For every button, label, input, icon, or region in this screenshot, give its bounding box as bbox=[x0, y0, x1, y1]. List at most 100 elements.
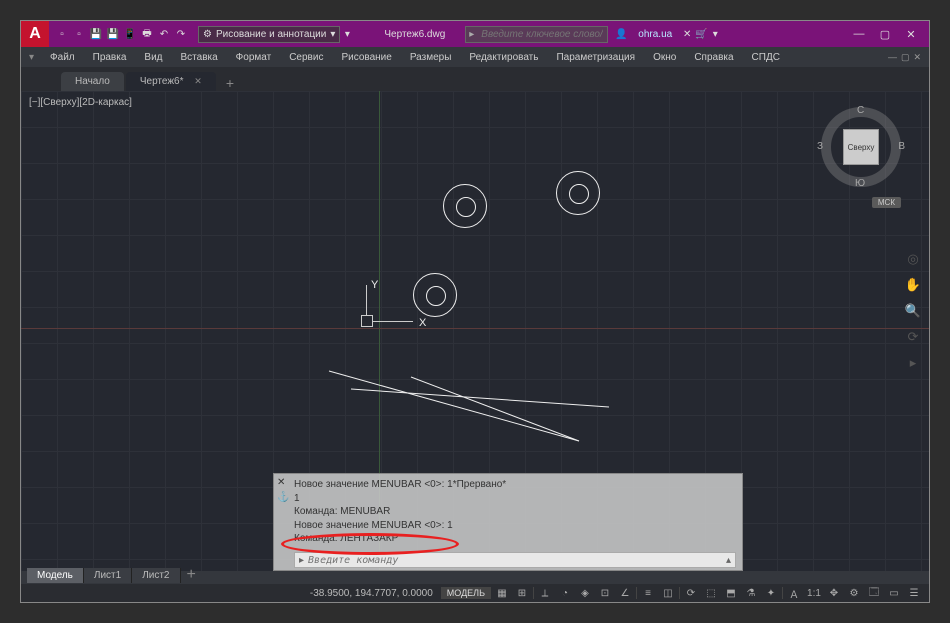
new-icon[interactable]: ▫ bbox=[55, 27, 69, 41]
wcs-badge[interactable]: МСК bbox=[872, 197, 901, 208]
cloud-icon[interactable]: 📱 bbox=[123, 27, 137, 41]
menu-modify[interactable]: Редактировать bbox=[461, 50, 546, 65]
filter-icon[interactable]: ⚗ bbox=[742, 585, 760, 601]
annovis-icon[interactable]: ✥ bbox=[825, 585, 843, 601]
menu-help[interactable]: Справка bbox=[686, 50, 741, 65]
cmd-toggle-icon[interactable]: ▸ bbox=[299, 555, 304, 566]
minimize-button[interactable]: — bbox=[847, 25, 871, 43]
workspace-icon[interactable]: ⚙ bbox=[845, 585, 863, 601]
search-box[interactable]: ▸ bbox=[465, 26, 608, 43]
osnap-toggle-icon[interactable]: ⊡ bbox=[596, 585, 614, 601]
chevron-down-icon: ▾ bbox=[330, 29, 335, 40]
doc-restore-icon[interactable]: ▢ bbox=[901, 52, 910, 63]
menu-format[interactable]: Формат bbox=[228, 50, 280, 65]
gear-icon: ⚙ bbox=[203, 29, 212, 40]
cmd-line: Новое значение MENUBAR <0>: 1 bbox=[294, 519, 738, 533]
nav-pan-icon[interactable]: ✋ bbox=[903, 275, 923, 295]
tab-active-drawing[interactable]: Чертеж6* ✕ bbox=[126, 72, 216, 91]
tab-add-icon[interactable]: + bbox=[218, 75, 242, 91]
open-icon[interactable]: ▫ bbox=[72, 27, 86, 41]
grid-toggle-icon[interactable]: ▦ bbox=[493, 585, 511, 601]
menu-insert[interactable]: Вставка bbox=[173, 50, 226, 65]
account-name[interactable]: ohra.ua bbox=[638, 29, 672, 40]
layout-add-icon[interactable]: + bbox=[181, 566, 202, 584]
tab-model[interactable]: Модель bbox=[27, 568, 84, 583]
annoscale-icon[interactable]: Ａ bbox=[785, 585, 803, 601]
cycling-icon[interactable]: ⟳ bbox=[682, 585, 700, 601]
status-bar: -38.9500, 194.7707, 0.0000 МОДЕЛЬ ▦ ⊞ ⟂ … bbox=[21, 584, 929, 602]
search-arrow-icon: ▸ bbox=[466, 29, 477, 40]
nav-orbit-icon[interactable]: ⟳ bbox=[903, 327, 923, 347]
nav-wheel-icon[interactable]: ◎ bbox=[903, 249, 923, 269]
redo-icon[interactable]: ↷ bbox=[174, 27, 188, 41]
tab-sheet1[interactable]: Лист1 bbox=[84, 568, 132, 583]
menu-tools[interactable]: Сервис bbox=[281, 50, 331, 65]
menu-draw[interactable]: Рисование bbox=[333, 50, 399, 65]
lineweight-icon[interactable]: ≡ bbox=[639, 585, 657, 601]
doc-close-icon[interactable]: ✕ bbox=[913, 52, 921, 63]
tab-sheet2[interactable]: Лист2 bbox=[132, 568, 180, 583]
document-tabs: Начало Чертеж6* ✕ + bbox=[21, 67, 929, 91]
saveas-icon[interactable]: 💾 bbox=[106, 27, 120, 41]
command-input[interactable] bbox=[308, 555, 726, 566]
save-icon[interactable]: 💾 bbox=[89, 27, 103, 41]
exchange-icon[interactable]: ✕ bbox=[680, 27, 694, 41]
cmd-recent-icon[interactable]: ▴ bbox=[726, 555, 731, 566]
menu-window[interactable]: Окно bbox=[645, 50, 684, 65]
transparency-icon[interactable]: ◫ bbox=[659, 585, 677, 601]
3dosnap-icon[interactable]: ⬚ bbox=[702, 585, 720, 601]
viewcube-west[interactable]: З bbox=[817, 141, 823, 152]
isodraft-icon[interactable]: ◈ bbox=[576, 585, 594, 601]
viewcube-face[interactable]: Сверху bbox=[843, 129, 879, 165]
polar-toggle-icon[interactable]: ◔ bbox=[556, 585, 574, 601]
dynucs-icon[interactable]: ⬒ bbox=[722, 585, 740, 601]
command-window[interactable]: ✕ ⚓ Новое значение MENUBAR <0>: 1*Прерва… bbox=[273, 473, 743, 571]
layout-tabs: Модель Лист1 Лист2 + bbox=[27, 566, 202, 584]
document-title: Чертеж6.dwg bbox=[384, 29, 445, 40]
workspace-dropdown[interactable]: ⚙ Рисование и аннотации ▾ bbox=[198, 26, 340, 43]
doc-minimize-icon[interactable]: — bbox=[888, 52, 897, 63]
gizmo-icon[interactable]: ✦ bbox=[762, 585, 780, 601]
cart-icon[interactable]: 🛒 bbox=[694, 27, 708, 41]
tab-close-icon[interactable]: ✕ bbox=[194, 76, 202, 86]
cmd-line: 1 bbox=[294, 492, 738, 506]
menu-spds[interactable]: СПДС bbox=[744, 50, 788, 65]
scale-label[interactable]: 1:1 bbox=[805, 585, 823, 601]
help-dropdown[interactable]: ▾ bbox=[708, 27, 722, 41]
nav-showmotion-icon[interactable]: ▸ bbox=[903, 353, 923, 373]
cmd-line: Новое значение MENUBAR <0>: 1*Прервано* bbox=[294, 478, 738, 492]
snap-toggle-icon[interactable]: ⊞ bbox=[513, 585, 531, 601]
menu-dimension[interactable]: Размеры bbox=[402, 50, 460, 65]
app-logo[interactable]: A bbox=[21, 21, 49, 47]
viewcube-east[interactable]: В bbox=[898, 141, 905, 152]
menu-view[interactable]: Вид bbox=[136, 50, 170, 65]
signin-icon[interactable]: 👤 bbox=[614, 27, 628, 41]
ortho-toggle-icon[interactable]: ⟂ bbox=[536, 585, 554, 601]
monitor-icon[interactable]: 🗔 bbox=[865, 585, 883, 601]
drawing-canvas[interactable]: [−][Сверху][2D-каркас] Y X Сверху С Ю В … bbox=[21, 91, 929, 571]
cmd-close-icon[interactable]: ✕ bbox=[277, 477, 285, 488]
menu-toggle-icon[interactable]: ▾ bbox=[29, 52, 34, 63]
menu-file[interactable]: Файл bbox=[42, 50, 83, 65]
cursor-coordinates[interactable]: -38.9500, 194.7707, 0.0000 bbox=[310, 588, 433, 599]
menu-edit[interactable]: Правка bbox=[85, 50, 135, 65]
viewcube-north[interactable]: С bbox=[857, 105, 864, 116]
otrack-toggle-icon[interactable]: ∠ bbox=[616, 585, 634, 601]
model-space-badge[interactable]: МОДЕЛЬ bbox=[441, 587, 491, 599]
workspace-label: Рисование и аннотации bbox=[216, 29, 326, 40]
customize-icon[interactable]: ☰ bbox=[905, 585, 923, 601]
qat-more[interactable]: ▾ bbox=[340, 27, 354, 41]
viewcube-south[interactable]: Ю bbox=[855, 178, 865, 189]
cmd-handle-icon[interactable]: ⚓ bbox=[277, 492, 289, 503]
viewcube[interactable]: Сверху С Ю В З bbox=[821, 107, 901, 187]
undo-icon[interactable]: ↶ bbox=[157, 27, 171, 41]
command-input-row[interactable]: ▸ ▴ bbox=[294, 552, 736, 568]
nav-zoom-icon[interactable]: 🔍 bbox=[903, 301, 923, 321]
plot-icon[interactable]: 🖶 bbox=[140, 27, 154, 41]
cleanscreen-icon[interactable]: ▭ bbox=[885, 585, 903, 601]
maximize-button[interactable]: ▢ bbox=[873, 25, 897, 43]
tab-start[interactable]: Начало bbox=[61, 72, 124, 91]
menu-parametric[interactable]: Параметризация bbox=[548, 50, 643, 65]
search-input[interactable] bbox=[477, 27, 607, 42]
close-button[interactable]: ✕ bbox=[899, 25, 923, 43]
